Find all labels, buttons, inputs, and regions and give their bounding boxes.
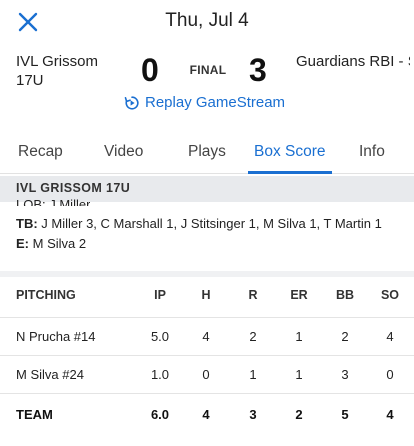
- tb-label: TB:: [16, 216, 38, 231]
- top-bar: Thu, Jul 4: [0, 0, 414, 44]
- tb-text: J Miller 3, C Marshall 1, J Stitsinger 1…: [41, 216, 382, 231]
- replay-icon: [124, 95, 140, 111]
- total-bases-line: TB: J Miller 3, C Marshall 1, J Stitsing…: [16, 216, 382, 231]
- score-left: 0: [141, 52, 159, 88]
- col-bb: BB: [335, 288, 355, 302]
- stat-er: 1: [295, 329, 303, 344]
- total-so: 4: [386, 407, 394, 422]
- e-text: M Silva 2: [32, 236, 87, 251]
- clipped-stat-line: LOB: J Miller: [16, 197, 91, 206]
- col-ip: IP: [154, 288, 166, 302]
- stat-so: 0: [386, 367, 394, 382]
- stat-so: 4: [386, 329, 394, 344]
- stat-ip: 5.0: [150, 329, 170, 344]
- col-so: SO: [380, 288, 400, 302]
- tab-bar: Recap Video Plays Box Score Info: [0, 134, 414, 174]
- total-r: 3: [249, 407, 257, 422]
- section-title: IVL GRISSOM 17U: [16, 181, 131, 195]
- score-right: 3: [249, 52, 267, 88]
- total-er: 2: [295, 407, 303, 422]
- col-r: R: [248, 288, 258, 302]
- replay-gamestream-link[interactable]: Replay GameStream: [124, 94, 285, 111]
- tab-plays[interactable]: Plays: [188, 143, 226, 161]
- team-left-name: IVL Grissom 17U: [16, 53, 98, 89]
- tab-info[interactable]: Info: [359, 143, 385, 161]
- stat-h: 4: [202, 329, 210, 344]
- errors-line: E: M Silva 2: [16, 236, 86, 251]
- tab-box-score[interactable]: Box Score: [254, 143, 326, 161]
- active-tab-indicator: [248, 171, 332, 174]
- stat-h: 0: [202, 367, 210, 382]
- stat-r: 1: [249, 367, 257, 382]
- game-status: FINAL: [189, 63, 227, 77]
- replay-label: Replay GameStream: [145, 94, 286, 111]
- col-h: H: [201, 288, 211, 302]
- pitcher-name: N Prucha #14: [16, 329, 96, 344]
- stat-bb: 3: [341, 367, 349, 382]
- stat-ip: 1.0: [150, 367, 170, 382]
- total-ip: 6.0: [150, 407, 170, 422]
- table-row[interactable]: N Prucha #14 5.0 4 2 1 2 4: [0, 317, 414, 353]
- tab-recap[interactable]: Recap: [18, 143, 63, 161]
- page-title: Thu, Jul 4: [165, 10, 249, 31]
- total-label: TEAM: [16, 407, 53, 422]
- col-er: ER: [290, 288, 308, 302]
- section-divider: [0, 271, 414, 277]
- stat-bb: 2: [341, 329, 349, 344]
- team-total-row: TEAM 6.0 4 3 2 5 4: [0, 393, 414, 433]
- pitcher-name: M Silva #24: [16, 367, 84, 382]
- total-bb: 5: [341, 407, 349, 422]
- table-row[interactable]: M Silva #24 1.0 0 1 1 3 0: [0, 355, 414, 391]
- e-label: E:: [16, 236, 29, 251]
- stat-r: 2: [249, 329, 257, 344]
- team-right-name: Guardians RBI - Sr Baseball...: [296, 53, 410, 70]
- pitching-header: PITCHING: [16, 288, 76, 302]
- pitching-header-row: PITCHING IP H R ER BB SO: [0, 284, 414, 308]
- tab-video[interactable]: Video: [104, 143, 143, 161]
- stat-er: 1: [295, 367, 303, 382]
- total-h: 4: [202, 407, 210, 422]
